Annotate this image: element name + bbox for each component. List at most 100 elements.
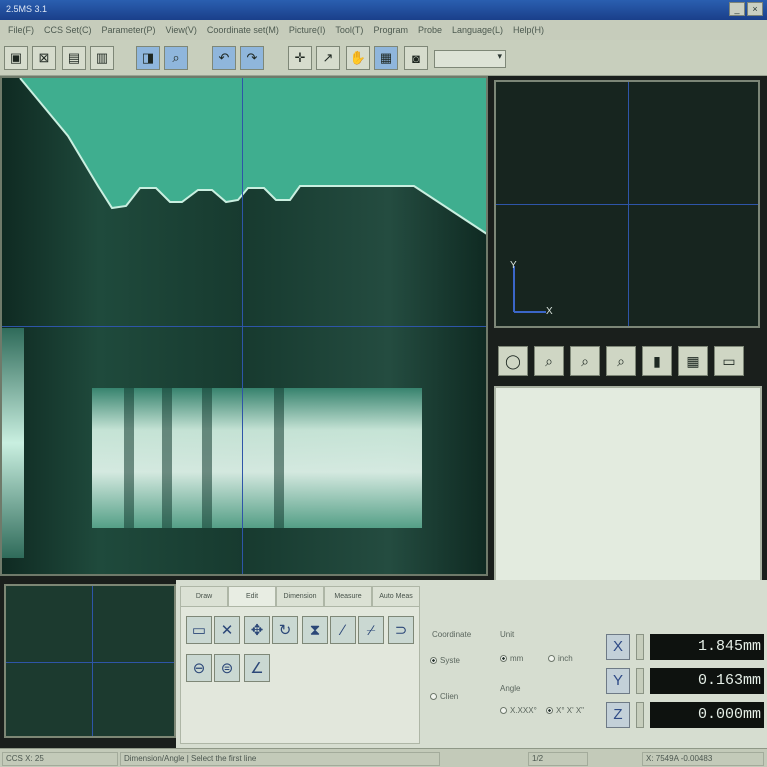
tool-tabs: Draw Edit Dimension Measure Auto Meas xyxy=(180,586,420,606)
angle-decimal-radio[interactable]: X.XXX° xyxy=(500,706,537,715)
angle-decimal-label: X.XXX° xyxy=(510,706,537,715)
groove xyxy=(162,388,172,528)
menu-probe[interactable]: Probe xyxy=(414,25,446,35)
unit-mm-radio[interactable]: mm xyxy=(500,654,523,663)
layout-icon[interactable]: ▦ xyxy=(678,346,708,376)
camera-icon[interactable]: ◙ xyxy=(404,46,428,70)
navigator-crosshair-v xyxy=(628,82,629,326)
axis-indicator-icon xyxy=(513,266,546,313)
cross-line-icon[interactable]: ⌿ xyxy=(358,616,384,644)
crosshair-icon[interactable]: ✛ xyxy=(288,46,312,70)
dro-x-zero[interactable] xyxy=(636,634,644,660)
menu-help[interactable]: Help(H) xyxy=(509,25,548,35)
unit-inch-radio[interactable]: inch xyxy=(548,654,573,663)
navigator-view[interactable]: Y X xyxy=(494,80,760,328)
unit-inch-label: inch xyxy=(558,654,573,663)
eraser-icon[interactable]: ▮ xyxy=(642,346,672,376)
window-buttons: _ × xyxy=(729,2,763,16)
status-page: 1/2 xyxy=(528,752,588,766)
edge-glow xyxy=(2,328,24,558)
tab-measure[interactable]: Measure xyxy=(324,586,372,606)
save-icon[interactable]: ▤ xyxy=(62,46,86,70)
view-toolbar: ◯ ⌕ ⌕ ⌕ ▮ ▦ ▭ xyxy=(494,342,762,380)
menu-language[interactable]: Language(L) xyxy=(448,25,507,35)
dro-x-button[interactable]: X xyxy=(606,634,630,660)
arc-icon[interactable]: ⊃ xyxy=(388,616,414,644)
close-button[interactable]: × xyxy=(747,2,763,16)
zoom-in-icon[interactable]: ⌕ xyxy=(534,346,564,376)
new-file-icon[interactable]: ▣ xyxy=(4,46,28,70)
unit-mm-label: mm xyxy=(510,654,524,663)
zoom-window-icon[interactable]: ⌕ xyxy=(606,346,636,376)
dro-y-button[interactable]: Y xyxy=(606,668,630,694)
radio-dot xyxy=(500,655,507,662)
magnify-icon[interactable]: ⌕ xyxy=(164,46,188,70)
crosshair-horizontal xyxy=(2,326,486,327)
tool-dropdown[interactable]: ▾ xyxy=(434,50,506,68)
radio-dot xyxy=(546,707,553,714)
dro-z-zero[interactable] xyxy=(636,702,644,728)
navigator-crosshair-h xyxy=(496,204,758,205)
dro-z-button[interactable]: Z xyxy=(606,702,630,728)
angle-dms-label: X° X' X" xyxy=(556,706,585,715)
angle-dms-radio[interactable]: X° X' X" xyxy=(546,706,584,715)
circle-offset-icon[interactable]: ⊖ xyxy=(186,654,212,682)
menu-program[interactable]: Program xyxy=(369,25,412,35)
tab-draw[interactable]: Draw xyxy=(180,586,228,606)
rotate-icon[interactable]: ↻ xyxy=(272,616,298,644)
fit-view-icon[interactable]: ◯ xyxy=(498,346,528,376)
circle-pair-icon[interactable]: ⊜ xyxy=(214,654,240,682)
status-left: CCS X: 25 xyxy=(2,752,118,766)
tab-auto-measure[interactable]: Auto Meas xyxy=(372,586,420,606)
pointer-icon[interactable]: ↗ xyxy=(316,46,340,70)
menu-picture[interactable]: Picture(I) xyxy=(285,25,330,35)
dro-y-value: 0.163mm xyxy=(650,668,764,694)
title-bar: 2.5MS 3.1 _ × xyxy=(0,0,767,20)
angle-line-icon[interactable]: ∠ xyxy=(244,654,270,682)
status-coords: X: 7549A -0.00483 xyxy=(642,752,764,766)
zoom-out-icon[interactable]: ⌕ xyxy=(570,346,600,376)
report-icon[interactable]: ▥ xyxy=(90,46,114,70)
groove xyxy=(274,388,284,528)
undo-icon[interactable]: ↶ xyxy=(212,46,236,70)
radio-dot xyxy=(548,655,555,662)
coordinate-system-radio[interactable]: Syste xyxy=(430,656,460,665)
angle-label: Angle xyxy=(500,684,521,693)
display-icon[interactable]: ▭ xyxy=(714,346,744,376)
radio-dot xyxy=(500,707,507,714)
coordinate-client-label: Clien xyxy=(440,692,459,701)
mirror-icon[interactable]: ⧗ xyxy=(302,616,328,644)
close-file-icon[interactable]: ⊠ xyxy=(32,46,56,70)
coordinate-client-radio[interactable]: Clien xyxy=(430,692,458,701)
axis-x-label: X xyxy=(546,306,553,317)
coordinate-label: Coordinate xyxy=(432,630,472,639)
grid-icon[interactable]: ▦ xyxy=(374,46,398,70)
redo-icon[interactable]: ↷ xyxy=(240,46,264,70)
hand-icon[interactable]: ✋ xyxy=(346,46,370,70)
menu-ccs-set[interactable]: CCS Set(C) xyxy=(40,25,96,35)
minimize-button[interactable]: _ xyxy=(729,2,745,16)
delete-icon[interactable]: ✕ xyxy=(214,616,240,644)
dro-y-zero[interactable] xyxy=(636,668,644,694)
menu-parameter[interactable]: Parameter(P) xyxy=(98,25,160,35)
bright-icon[interactable]: ◨ xyxy=(136,46,160,70)
camera-view[interactable] xyxy=(0,76,488,576)
crosshair-vertical xyxy=(242,78,243,574)
tab-edit[interactable]: Edit xyxy=(228,586,276,606)
groove xyxy=(202,388,212,528)
menu-tool[interactable]: Tool(T) xyxy=(331,25,367,35)
menu-coordinate-set[interactable]: Coordinate set(M) xyxy=(203,25,283,35)
mini-view[interactable] xyxy=(4,584,176,738)
menu-bar: File(F) CCS Set(C) Parameter(P) View(V) … xyxy=(0,20,767,40)
tab-dimension[interactable]: Dimension xyxy=(276,586,324,606)
menu-view[interactable]: View(V) xyxy=(162,25,201,35)
toolbar: ▣ ⊠ ▤ ▥ ◨ ⌕ ↶ ↷ ✛ ↗ ✋ ▦ ◙ xyxy=(0,40,767,76)
select-icon[interactable]: ▭ xyxy=(186,616,212,644)
coordinate-system-label: Syste xyxy=(440,656,461,665)
status-bar: CCS X: 25 Dimension/Angle | Select the f… xyxy=(0,748,767,767)
dro-x-value: 1.845mm xyxy=(650,634,764,660)
menu-file[interactable]: File(F) xyxy=(4,25,38,35)
trim-line-icon[interactable]: ∕ xyxy=(330,616,356,644)
move-icon[interactable]: ✥ xyxy=(244,616,270,644)
mini-crosshair-h xyxy=(6,662,174,663)
